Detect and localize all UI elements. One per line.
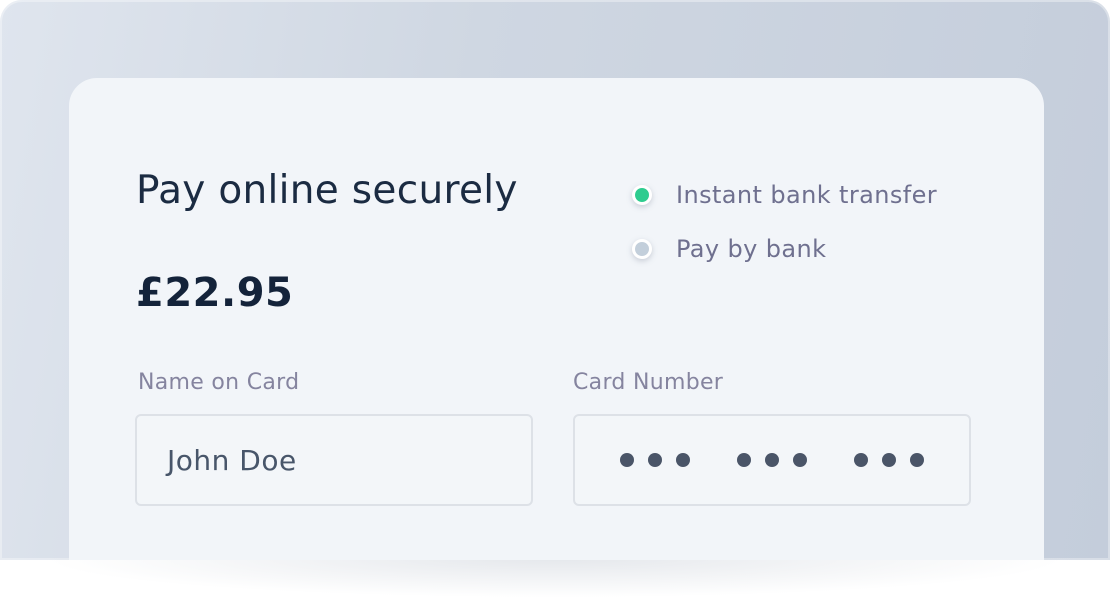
card-number-label: Card Number xyxy=(573,370,724,395)
masked-digit-dot xyxy=(620,453,635,467)
card-number-field[interactable] xyxy=(573,414,971,506)
panel-shadow xyxy=(40,558,1070,598)
masked-digit-dot xyxy=(853,453,868,467)
masked-digit-group xyxy=(736,453,807,467)
payment-method-options: Instant bank transfer Pay by bank xyxy=(632,175,937,283)
name-on-card-field[interactable]: John Doe xyxy=(135,414,533,506)
masked-digit-dot xyxy=(792,453,807,467)
amount-value: £22.95 xyxy=(136,270,294,316)
page-title: Pay online securely xyxy=(136,168,518,213)
name-on-card-value: John Doe xyxy=(167,443,297,477)
radio-unselected-icon[interactable] xyxy=(632,239,652,259)
card-number-masked-value xyxy=(575,453,969,467)
masked-digit-dot xyxy=(676,453,691,467)
masked-digit-dot xyxy=(881,453,896,467)
option-label: Instant bank transfer xyxy=(676,181,938,209)
masked-digit-dot xyxy=(764,453,779,467)
name-on-card-label: Name on Card xyxy=(138,370,300,395)
masked-digit-dot xyxy=(648,453,663,467)
radio-selected-icon[interactable] xyxy=(632,185,652,205)
option-instant-bank-transfer[interactable]: Instant bank transfer xyxy=(632,175,937,215)
masked-digit-dot xyxy=(909,453,924,467)
masked-digit-group xyxy=(620,453,691,467)
masked-digit-dot xyxy=(736,453,751,467)
option-pay-by-bank[interactable]: Pay by bank xyxy=(632,229,937,269)
option-label: Pay by bank xyxy=(676,235,827,263)
masked-digit-group xyxy=(853,453,924,467)
payment-card: Pay online securely £22.95 Instant bank … xyxy=(69,78,1044,560)
